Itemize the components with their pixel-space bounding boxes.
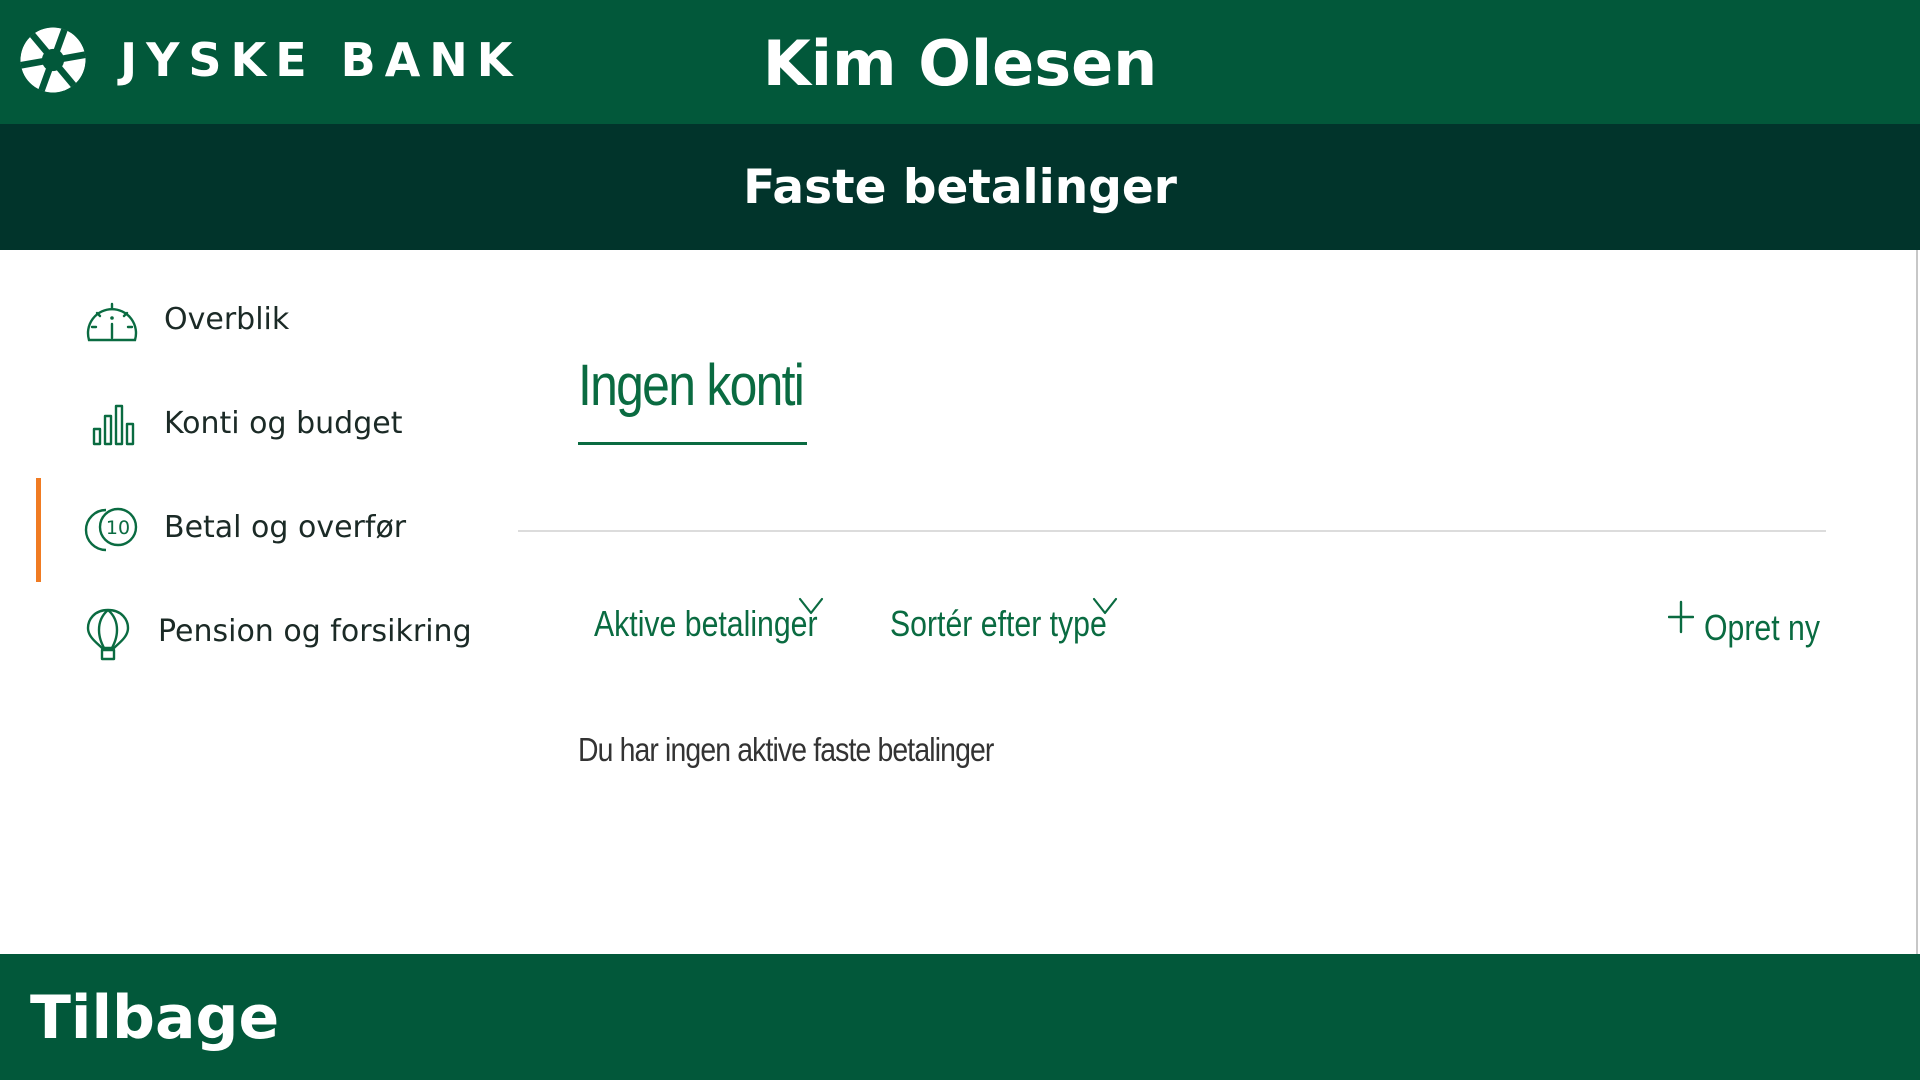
- account-selector[interactable]: Ingen konti: [578, 352, 805, 420]
- content-edge-divider: [1916, 250, 1918, 954]
- content-divider: [518, 530, 1826, 532]
- top-header: JYSKE BANK Kim Olesen: [0, 0, 1920, 124]
- sidebar-item-betal-og-overfoer[interactable]: 10 Betal og overfør: [0, 478, 500, 582]
- account-selector-underline: [578, 442, 807, 445]
- sidebar-item-label: Konti og budget: [164, 406, 403, 441]
- gauge-icon: [84, 294, 140, 350]
- bar-chart-icon: [84, 398, 140, 454]
- filter-label: Aktive betalinger: [594, 603, 818, 644]
- plus-icon: [1668, 600, 1694, 634]
- active-indicator: [36, 478, 41, 582]
- sidebar-item-pension-og-forsikring[interactable]: Pension og forsikring: [0, 582, 500, 686]
- coin-icon-text: 10: [106, 517, 130, 539]
- coin-icon: 10: [84, 502, 140, 558]
- sidebar-item-konti-og-budget[interactable]: Konti og budget: [0, 374, 500, 478]
- chevron-down-icon: [1092, 596, 1118, 616]
- back-button[interactable]: Tilbage: [30, 978, 279, 1058]
- title-bar: Faste betalinger: [0, 124, 1920, 250]
- bottom-bar: Tilbage: [0, 954, 1920, 1080]
- filter-active-payments-dropdown[interactable]: Aktive betalinger: [594, 596, 824, 652]
- sidebar-item-overblik[interactable]: Overblik: [0, 270, 500, 374]
- sidebar-item-label: Betal og overfør: [164, 510, 407, 545]
- empty-state-message: Du har ingen aktive faste betalinger: [578, 731, 994, 768]
- chevron-down-icon: [798, 596, 824, 616]
- sort-by-type-dropdown[interactable]: Sortér efter type: [890, 596, 1120, 652]
- sidebar-item-label: Overblik: [164, 302, 290, 337]
- page-title: Faste betalinger: [743, 160, 1177, 215]
- create-new-label: Opret ny: [1704, 607, 1820, 648]
- sidebar-nav: Overblik Konti og budget 10 Betal og ove…: [0, 250, 500, 954]
- filter-label: Sortér efter type: [890, 603, 1107, 644]
- user-name: Kim Olesen: [762, 27, 1158, 100]
- sidebar-item-label: Pension og forsikring: [158, 614, 472, 649]
- hot-air-balloon-icon: [80, 606, 136, 662]
